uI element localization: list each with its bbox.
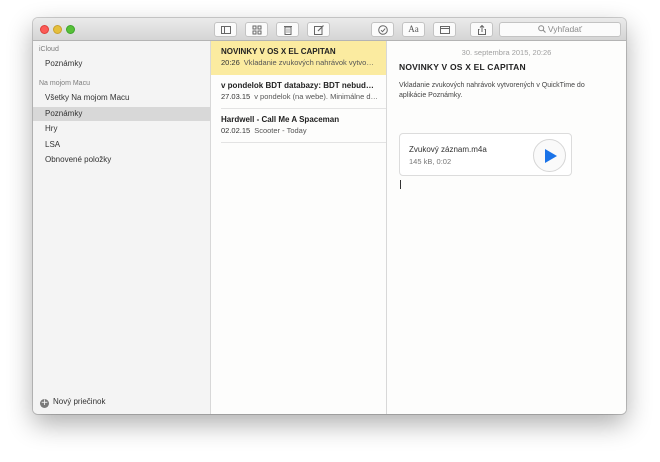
close-window-button[interactable]: [40, 25, 49, 34]
attachment-info: 145 kB, 0:02: [409, 157, 452, 166]
search-icon: [538, 25, 546, 33]
note-meta: 20:26 Vkladanie zvukových nahrávok vytvo…: [221, 58, 374, 67]
share-icon: [477, 24, 486, 35]
audio-attachment[interactable]: Zvukový záznam.m4a 145 kB, 0:02: [399, 133, 572, 176]
notes-window: Aa Vyhľadať iCloud Poznámky Na mojom Mac…: [33, 18, 626, 414]
plus-circle-icon: +: [40, 398, 49, 408]
sidebar-toggle-button[interactable]: [214, 22, 237, 37]
checklist-button[interactable]: [371, 22, 394, 37]
folders-sidebar: iCloud Poznámky Na mojom Macu Všetky Na …: [33, 41, 211, 414]
compose-note-button[interactable]: [307, 22, 330, 37]
play-icon: [545, 149, 557, 163]
note-heading: NOVINKY V OS X EL CAPITAN: [399, 62, 526, 72]
text-cursor: [400, 180, 401, 189]
font-button[interactable]: Aa: [402, 22, 425, 37]
note-date: 30. septembra 2015, 20:26: [461, 48, 552, 57]
attachments-grid-icon: [252, 25, 261, 34]
note-body-text: Vkladanie zvukových nahrávok vytvorených…: [399, 82, 585, 99]
font-icon: Aa: [408, 24, 419, 34]
note-meta: 27.03.15 v pondelok (na webe). Minimálne …: [221, 92, 379, 101]
note-meta: 02.02.15 Scooter - Today: [221, 126, 307, 135]
search-placeholder: Vyhľadať: [547, 24, 583, 34]
title-bar: Aa Vyhľadať: [33, 18, 626, 41]
sidebar-item-all-on-my-mac[interactable]: Všetky Na mojom Macu: [33, 91, 210, 105]
sidebar-header-icloud: iCloud: [39, 46, 59, 53]
table-button[interactable]: [433, 22, 456, 37]
sidebar-item-icloud-notes[interactable]: Poznámky: [33, 57, 210, 71]
sidebar-item-notes[interactable]: Poznámky: [33, 107, 210, 121]
divider: [221, 142, 386, 143]
delete-note-button[interactable]: [276, 22, 299, 37]
notes-list: NOVINKY V OS X EL CAPITAN 20:26 Vkladanie…: [211, 41, 387, 414]
table-icon: [439, 25, 450, 34]
minimize-window-button[interactable]: [53, 25, 62, 34]
new-folder-label: Nový priečinok: [53, 397, 106, 406]
list-item[interactable]: v pondelok BDT databazy: BDT nebud… 27.0…: [211, 75, 386, 109]
share-button[interactable]: [470, 22, 493, 37]
checklist-icon: [377, 24, 388, 35]
play-button[interactable]: [533, 139, 566, 172]
attachments-browser-button[interactable]: [245, 22, 268, 37]
trash-icon: [283, 25, 292, 35]
sidebar-item-recovered[interactable]: Obnovené položky: [33, 153, 210, 167]
fullscreen-window-button[interactable]: [66, 25, 75, 34]
list-item[interactable]: NOVINKY V OS X EL CAPITAN 20:26 Vkladanie…: [211, 41, 386, 75]
note-editor[interactable]: 30. septembra 2015, 20:26 NOVINKY V OS X…: [387, 41, 626, 414]
new-folder-button[interactable]: + Nový priečinok: [40, 396, 105, 408]
sidebar-toggle-icon: [220, 25, 231, 34]
note-title: Hardwell - Call Me A Spaceman: [221, 115, 340, 124]
compose-icon: [313, 24, 324, 35]
sidebar-header-on-my-mac: Na mojom Macu: [39, 80, 90, 87]
list-item[interactable]: Hardwell - Call Me A Spaceman 02.02.15 Sc…: [211, 109, 386, 143]
note-title: NOVINKY V OS X EL CAPITAN: [221, 47, 336, 56]
sidebar-item-hry[interactable]: Hry: [33, 122, 210, 136]
sidebar-item-lsa[interactable]: LSA: [33, 138, 210, 152]
search-field[interactable]: Vyhľadať: [499, 22, 621, 37]
note-title: v pondelok BDT databazy: BDT nebud…: [221, 81, 374, 90]
attachment-filename: Zvukový záznam.m4a: [409, 145, 487, 154]
